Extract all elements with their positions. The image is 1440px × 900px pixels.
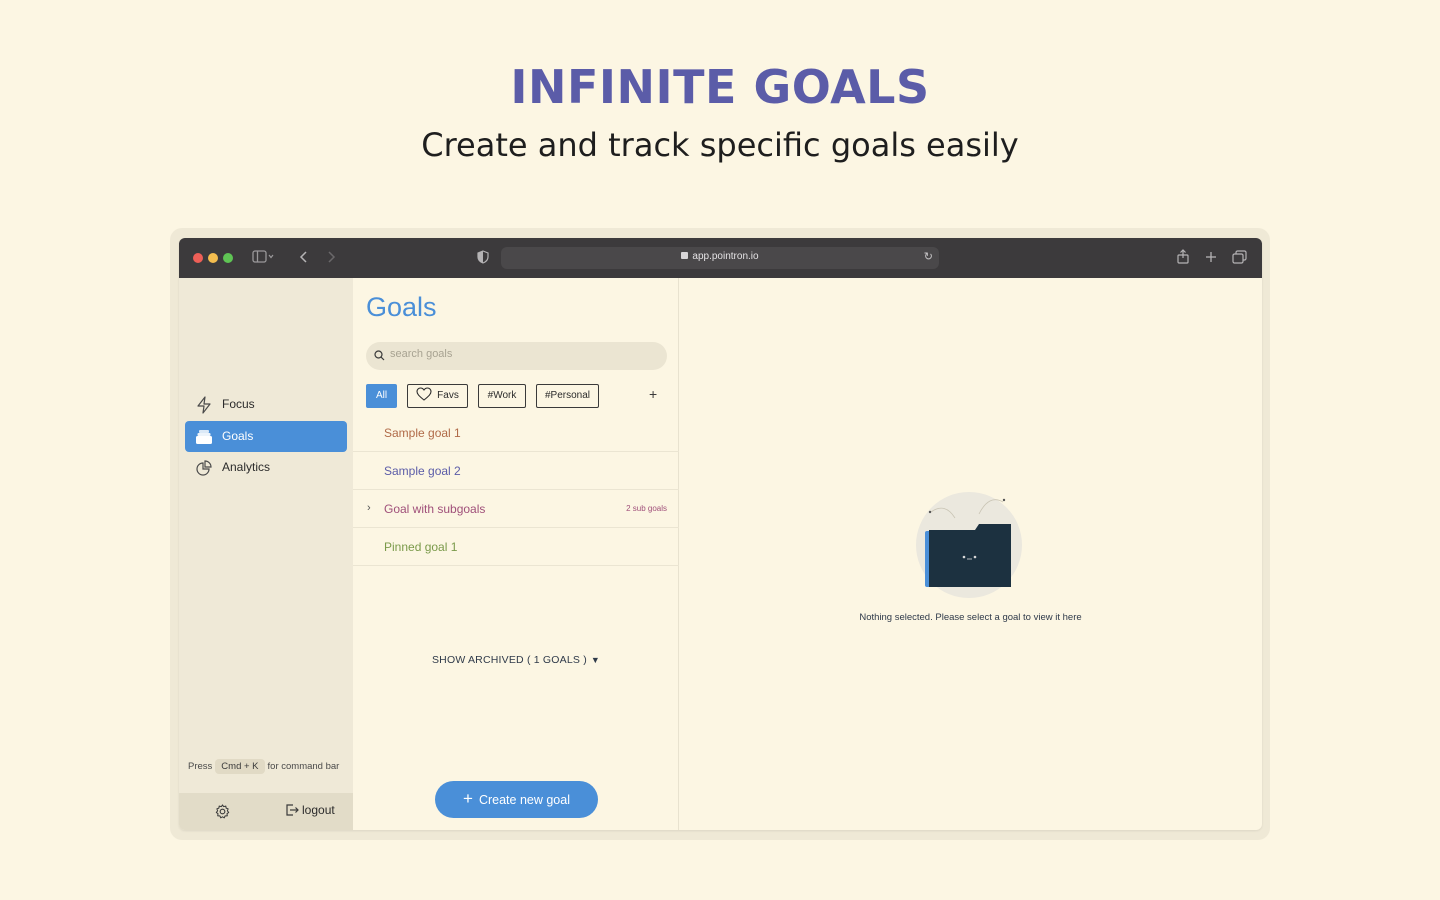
goal-label: Sample goal 2 xyxy=(384,464,461,478)
app-sidebar: Focus Goals Analytics Press Cmd + Kfor co… xyxy=(179,278,353,830)
tabs-overview-icon[interactable] xyxy=(1232,249,1248,270)
shield-icon[interactable] xyxy=(477,249,489,270)
page-title: Goals xyxy=(366,292,437,322)
show-archived-toggle[interactable]: SHOW ARCHIVED ( 1 GOALS ) ▼ xyxy=(353,654,679,666)
goal-item[interactable]: Sample goal 1 xyxy=(353,414,679,452)
gear-icon[interactable] xyxy=(215,804,230,819)
sidebar-item-analytics[interactable]: Analytics xyxy=(185,452,347,483)
filter-favs-label: Favs xyxy=(437,390,459,401)
address-bar[interactable]: app.pointron.io ↻ xyxy=(501,247,939,269)
sidebar-toggle-icon[interactable] xyxy=(252,249,274,270)
goal-item[interactable]: Pinned goal 1 xyxy=(353,528,679,566)
filter-work[interactable]: #Work xyxy=(478,384,526,408)
shortcut-key: Cmd + K xyxy=(215,759,265,774)
goal-label: Sample goal 1 xyxy=(384,426,461,440)
hero-title: INFINITE GOALS xyxy=(510,60,930,114)
address-text: app.pointron.io xyxy=(501,251,939,262)
goal-detail-panel: Nothing selected. Please select a goal t… xyxy=(679,278,1262,830)
filter-favs[interactable]: Favs xyxy=(407,384,468,408)
sidebar-item-focus[interactable]: Focus xyxy=(185,389,347,420)
filter-personal[interactable]: #Personal xyxy=(536,384,599,408)
create-goal-label: Create new goal xyxy=(478,792,570,807)
hero-subtitle: Create and track specific goals easily xyxy=(421,126,1019,164)
back-icon[interactable] xyxy=(299,249,309,270)
lock-icon xyxy=(681,251,689,259)
stack-icon xyxy=(196,430,212,444)
new-tab-icon[interactable] xyxy=(1205,249,1217,270)
hint-prefix: Press xyxy=(188,761,213,772)
pie-chart-icon xyxy=(196,460,212,476)
goal-label: Goal with subgoals xyxy=(384,502,486,516)
search-bar xyxy=(366,342,667,370)
logout-button[interactable]: logout xyxy=(285,803,335,818)
empty-folder-illustration xyxy=(916,492,1022,598)
browser-window: app.pointron.io ↻ Focus Goals Analytics … xyxy=(179,238,1262,830)
search-input[interactable] xyxy=(390,348,650,360)
logout-icon xyxy=(286,804,299,816)
filter-all[interactable]: All xyxy=(366,384,397,408)
share-icon[interactable] xyxy=(1176,249,1190,270)
forward-icon[interactable] xyxy=(326,249,336,270)
archived-label: SHOW ARCHIVED ( 1 GOALS ) xyxy=(431,654,587,666)
goals-list-panel: Goals All Favs #Work #Personal + Sample … xyxy=(353,278,679,830)
maximize-window-button[interactable] xyxy=(223,253,233,263)
minimize-window-button[interactable] xyxy=(208,253,218,263)
create-goal-button[interactable]: + Create new goal xyxy=(435,781,598,818)
goal-label: Pinned goal 1 xyxy=(384,540,458,554)
url-label: app.pointron.io xyxy=(692,251,759,262)
sidebar-item-label: Goals xyxy=(222,429,254,443)
plus-icon: + xyxy=(463,788,473,808)
close-window-button[interactable] xyxy=(193,253,203,263)
sidebar-item-label: Focus xyxy=(222,397,255,411)
goal-item[interactable]: Sample goal 2 xyxy=(353,452,679,490)
logout-label: logout xyxy=(302,803,335,817)
command-bar-hint: Press Cmd + Kfor command bar xyxy=(188,759,339,774)
lightning-icon xyxy=(197,396,211,414)
subgoal-count: 2 sub goals xyxy=(626,504,667,513)
heart-icon xyxy=(416,387,432,402)
browser-titlebar: app.pointron.io ↻ xyxy=(179,238,1262,278)
hint-suffix: for command bar xyxy=(267,761,340,772)
sidebar-footer: logout xyxy=(179,793,353,830)
triangle-down-icon: ▼ xyxy=(590,655,601,665)
search-icon xyxy=(374,350,385,361)
empty-state-text: Nothing selected. Please select a goal t… xyxy=(859,612,1082,623)
goal-item[interactable]: › Goal with subgoals 2 sub goals xyxy=(353,490,679,528)
sidebar-item-label: Analytics xyxy=(222,460,271,474)
chevron-right-icon[interactable]: › xyxy=(367,502,371,514)
reload-icon[interactable]: ↻ xyxy=(924,250,933,263)
sidebar-item-goals[interactable]: Goals xyxy=(185,421,347,452)
add-filter-button[interactable]: + xyxy=(649,386,657,402)
